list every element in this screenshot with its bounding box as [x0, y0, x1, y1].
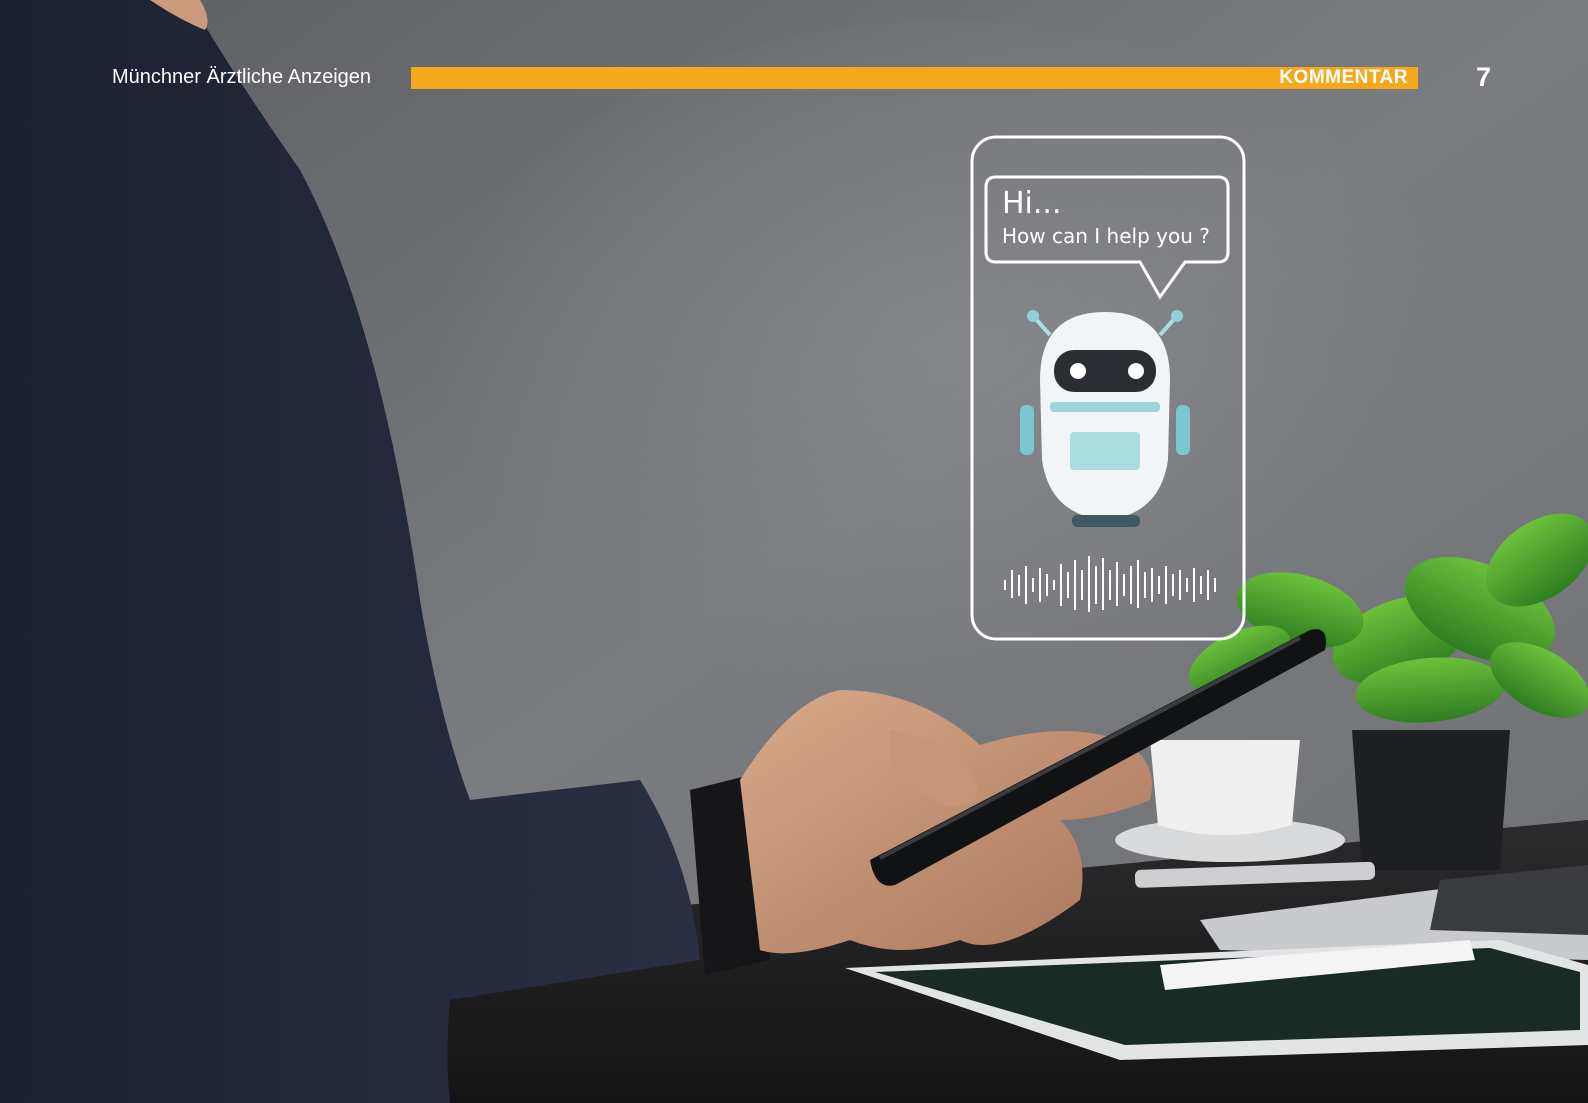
page-header: Münchner Ärztliche Anzeigen KOMMENTAR 7	[0, 0, 1588, 160]
section-label: KOMMENTAR	[1279, 67, 1408, 88]
section-bar: KOMMENTAR	[411, 67, 1418, 89]
publication-title: Münchner Ärztliche Anzeigen	[112, 66, 372, 88]
chat-greeting: Hi...	[1002, 186, 1062, 221]
page-number: 7	[1476, 62, 1492, 92]
chat-bubble: Hi... How can I help you ?	[1002, 186, 1242, 250]
cover-photo	[0, 0, 1588, 1103]
chat-question: How can I help you ?	[1002, 224, 1210, 248]
